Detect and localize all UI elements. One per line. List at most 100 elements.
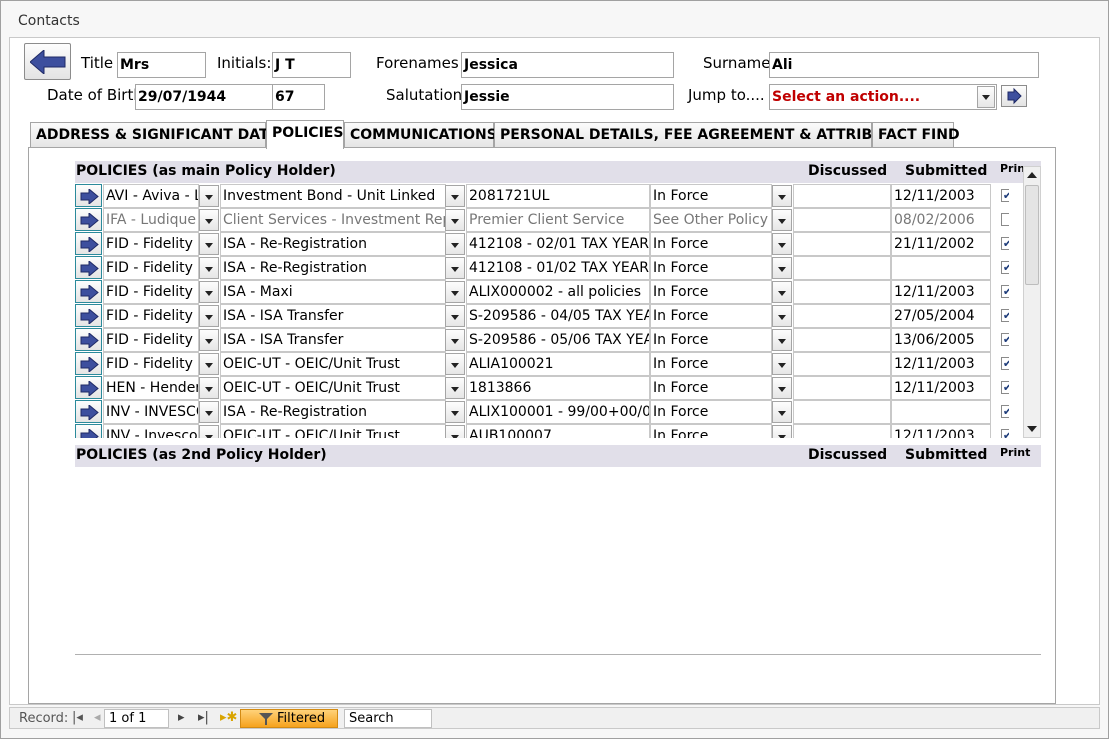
status-field[interactable]: In Force [650, 232, 772, 256]
policy-ref-field[interactable]: 1813866 [466, 376, 650, 400]
discussed-field[interactable] [793, 400, 891, 424]
print-checkbox[interactable]: ✔ [1001, 261, 1009, 274]
status-dropdown-button[interactable] [772, 257, 792, 279]
product-dropdown-button[interactable] [445, 257, 465, 279]
print-checkbox[interactable]: ✔ [1001, 333, 1009, 346]
policy-ref-field[interactable]: AUB100007 [466, 424, 650, 438]
status-dropdown-button[interactable] [772, 185, 792, 207]
policy-ref-field[interactable]: 412108 - 02/01 TAX YEAR [466, 232, 650, 256]
print-checkbox[interactable]: ✔ [1001, 285, 1009, 298]
jump-to-select[interactable]: Select an action.... [769, 84, 997, 110]
record-position-field[interactable]: 1 of 1 [104, 709, 169, 728]
open-policy-button[interactable] [75, 424, 102, 438]
status-field[interactable]: In Force [650, 304, 772, 328]
status-dropdown-button[interactable] [772, 209, 792, 231]
status-dropdown-button[interactable] [772, 305, 792, 327]
provider-dropdown-button[interactable] [199, 233, 219, 255]
status-dropdown-button[interactable] [772, 377, 792, 399]
provider-dropdown-button[interactable] [199, 257, 219, 279]
provider-dropdown-button[interactable] [199, 185, 219, 207]
next-record-icon[interactable]: ▸ [178, 710, 185, 725]
provider-dropdown-button[interactable] [199, 425, 219, 438]
submitted-field[interactable]: 12/11/2003 [891, 184, 991, 208]
open-policy-button[interactable] [75, 232, 102, 255]
product-field[interactable]: ISA - Re-Registration [220, 232, 446, 256]
submitted-field[interactable]: 08/02/2006 [891, 208, 991, 232]
policies-scrollbar[interactable] [1023, 166, 1041, 438]
product-dropdown-button[interactable] [445, 353, 465, 375]
policy-ref-field[interactable]: Premier Client Service [466, 208, 650, 232]
open-policy-button[interactable] [75, 352, 102, 375]
status-field[interactable]: In Force [650, 400, 772, 424]
print-checkbox[interactable]: ✔ [1001, 429, 1009, 438]
product-field[interactable]: OEIC-UT - OEIC/Unit Trust [220, 424, 446, 438]
print-checkbox[interactable]: ✔ [1001, 309, 1009, 322]
status-field[interactable]: In Force [650, 256, 772, 280]
submitted-field[interactable] [891, 400, 991, 424]
status-dropdown-button[interactable] [772, 329, 792, 351]
provider-dropdown-button[interactable] [199, 281, 219, 303]
provider-dropdown-button[interactable] [199, 353, 219, 375]
product-dropdown-button[interactable] [445, 185, 465, 207]
status-dropdown-button[interactable] [772, 401, 792, 423]
print-checkbox[interactable]: ✔ [1001, 405, 1009, 418]
tab-personal-details[interactable]: PERSONAL DETAILS, FEE AGREEMENT & ATTRIB… [494, 122, 913, 148]
print-checkbox[interactable]: ✔ [1001, 189, 1009, 202]
first-record-icon[interactable]: |◂ [72, 710, 83, 725]
open-policy-button[interactable] [75, 256, 102, 279]
product-field[interactable]: ISA - ISA Transfer [220, 304, 446, 328]
provider-field[interactable]: FID - Fidelity F [103, 328, 199, 352]
tab-fact-find[interactable]: FACT FIND [872, 122, 960, 148]
status-field[interactable]: See Other Policy [650, 208, 772, 232]
status-field[interactable]: In Force [650, 184, 772, 208]
discussed-field[interactable] [793, 208, 891, 232]
provider-dropdown-button[interactable] [199, 329, 219, 351]
policy-ref-field[interactable]: ALIX100001 - 99/00+00/0 [466, 400, 650, 424]
discussed-field[interactable] [793, 280, 891, 304]
provider-field[interactable]: FID - Fidelity F [103, 256, 199, 280]
provider-field[interactable]: INV - INVESCO [103, 400, 199, 424]
provider-field[interactable]: IFA - Ludique [103, 208, 199, 232]
provider-dropdown-button[interactable] [199, 305, 219, 327]
discussed-field[interactable] [793, 256, 891, 280]
product-dropdown-button[interactable] [445, 305, 465, 327]
scroll-up-button[interactable] [1024, 167, 1040, 183]
policy-ref-field[interactable]: ALIA100021 [466, 352, 650, 376]
policy-ref-field[interactable]: S-209586 - 05/06 TAX YEA [466, 328, 650, 352]
submitted-field[interactable]: 27/05/2004 [891, 304, 991, 328]
open-policy-button[interactable] [75, 400, 102, 423]
policy-ref-field[interactable]: 412108 - 01/02 TAX YEAR [466, 256, 650, 280]
print-checkbox[interactable]: ✔ [1001, 237, 1009, 250]
scroll-thumb[interactable] [1025, 185, 1039, 285]
discussed-field[interactable] [793, 184, 891, 208]
provider-dropdown-button[interactable] [199, 377, 219, 399]
provider-dropdown-button[interactable] [199, 401, 219, 423]
status-dropdown-button[interactable] [772, 353, 792, 375]
salutation-field[interactable]: Jessie [461, 84, 674, 110]
policy-ref-field[interactable]: S-209586 - 04/05 TAX YEA [466, 304, 650, 328]
last-record-icon[interactable]: ▸| [198, 710, 209, 725]
forenames-field[interactable]: Jessica [461, 52, 674, 78]
product-dropdown-button[interactable] [445, 209, 465, 231]
back-button[interactable] [24, 43, 71, 80]
filtered-toggle[interactable]: Filtered [240, 709, 338, 728]
product-dropdown-button[interactable] [445, 281, 465, 303]
submitted-field[interactable]: 12/11/2003 [891, 424, 991, 438]
print-checkbox[interactable]: ✔ [1001, 357, 1009, 370]
discussed-field[interactable] [793, 424, 891, 438]
product-dropdown-button[interactable] [445, 233, 465, 255]
open-policy-button[interactable] [75, 208, 102, 231]
status-field[interactable]: In Force [650, 376, 772, 400]
tab-communications[interactable]: COMMUNICATIONS [344, 122, 497, 148]
new-record-icon[interactable]: ▸✱ [220, 710, 237, 725]
status-field[interactable]: In Force [650, 328, 772, 352]
product-field[interactable]: Client Services - Investment Rep [220, 208, 446, 232]
tab-policies[interactable]: POLICIES [266, 120, 344, 149]
status-dropdown-button[interactable] [772, 425, 792, 438]
open-policy-button[interactable] [75, 280, 102, 303]
prev-record-icon[interactable]: ◂ [94, 710, 101, 725]
provider-field[interactable]: FID - Fidelity F [103, 304, 199, 328]
submitted-field[interactable]: 12/11/2003 [891, 352, 991, 376]
status-dropdown-button[interactable] [772, 281, 792, 303]
discussed-field[interactable] [793, 352, 891, 376]
